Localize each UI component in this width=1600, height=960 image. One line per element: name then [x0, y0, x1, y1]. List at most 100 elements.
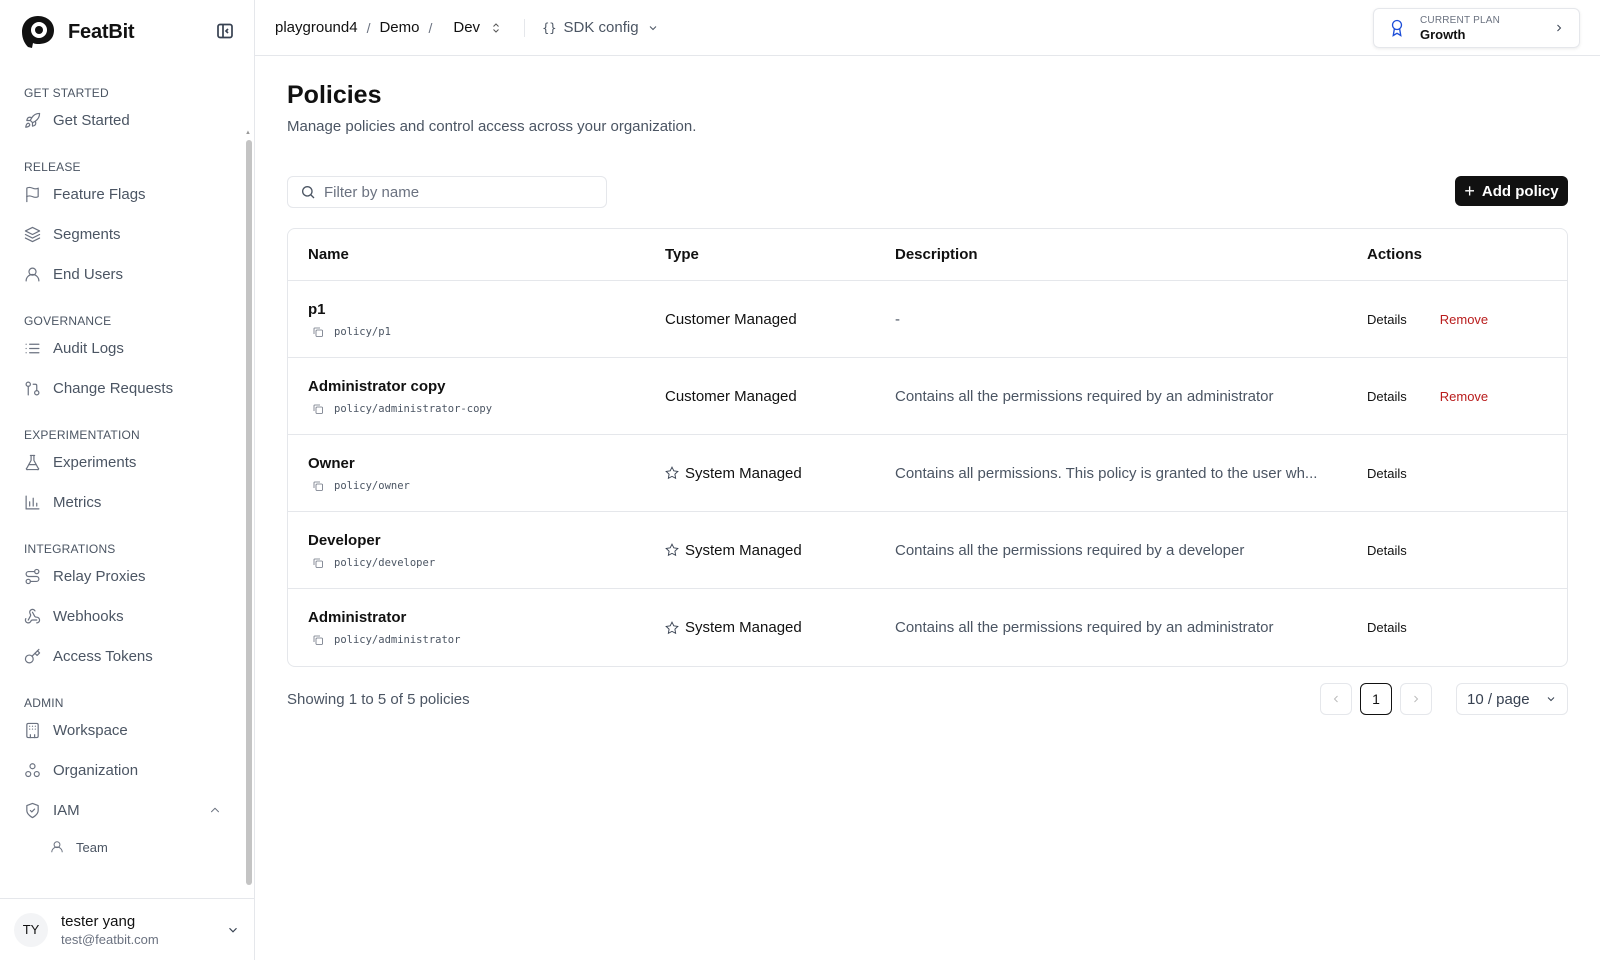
policy-type: System Managed — [665, 542, 895, 559]
policy-id: policy/developer — [312, 557, 665, 569]
app-root: FeatBit GET STARTED Get Started RELEASE … — [0, 0, 1600, 960]
star-icon — [665, 543, 679, 557]
main: playground4 / Demo / Dev {} SDK config C… — [255, 0, 1600, 960]
breadcrumb-separator: / — [366, 19, 371, 36]
policy-name: Administrator — [308, 609, 407, 626]
env-label: Dev — [453, 19, 481, 36]
sidebar-collapse-icon[interactable] — [216, 22, 234, 40]
details-button[interactable]: Details — [1367, 312, 1407, 327]
add-policy-button[interactable]: + Add policy — [1455, 176, 1568, 206]
sidebar-item-end-users[interactable]: End Users — [0, 254, 254, 294]
policy-actions: Details — [1357, 543, 1567, 558]
copy-icon[interactable] — [312, 403, 324, 415]
chevron-down-icon — [1547, 697, 1555, 702]
sidebar-subitem-label: Team — [76, 839, 108, 855]
copy-icon[interactable] — [312, 480, 324, 492]
user-email: test@featbit.com — [61, 931, 159, 947]
search-icon — [302, 186, 315, 199]
copy-icon[interactable] — [312, 326, 324, 338]
policy-type-label: System Managed — [685, 464, 802, 482]
featbit-logo-icon — [22, 16, 54, 48]
scroll-up-arrow-icon[interactable]: ▲ — [245, 130, 251, 136]
sidebar-item-change-requests[interactable]: Change Requests — [0, 368, 254, 408]
policy-name-cell: Administrator copy policy/administrator-… — [288, 378, 665, 415]
award-icon — [1391, 19, 1403, 37]
remove-button[interactable]: Remove — [1440, 389, 1488, 404]
user-icon — [51, 841, 63, 853]
breadcrumb-org[interactable]: playground4 — [275, 19, 358, 36]
sidebar-item-iam[interactable]: IAM — [0, 790, 254, 830]
details-button[interactable]: Details — [1367, 620, 1407, 635]
layers-icon — [24, 226, 41, 242]
plan-value: Growth — [1420, 26, 1466, 42]
sidebar-item-webhooks[interactable]: Webhooks — [0, 596, 254, 636]
search-box — [287, 176, 607, 208]
sidebar-item-relay-proxies[interactable]: Relay Proxies — [0, 556, 254, 596]
search-input[interactable] — [324, 183, 594, 201]
toolbar: + Add policy — [287, 176, 1568, 208]
details-button[interactable]: Details — [1367, 543, 1407, 558]
table-row: Administrator policy/administrator Syste… — [288, 589, 1567, 666]
header-name: Name — [308, 246, 349, 263]
chevron-up-icon[interactable] — [208, 803, 222, 817]
bar-chart-icon — [25, 495, 40, 509]
policy-id: policy/p1 — [312, 326, 665, 338]
policy-name-cell: p1 policy/p1 — [288, 301, 665, 338]
sidebar-scrollbar[interactable] — [246, 140, 252, 885]
sidebar-item-access-tokens[interactable]: Access Tokens — [0, 636, 254, 676]
chevron-right-icon — [1557, 24, 1562, 32]
star-icon — [665, 466, 679, 480]
topbar: playground4 / Demo / Dev {} SDK config C… — [255, 0, 1600, 56]
copy-icon[interactable] — [312, 557, 324, 569]
copy-icon[interactable] — [312, 634, 324, 646]
prev-page-button[interactable] — [1320, 683, 1352, 715]
policy-id: policy/owner — [312, 480, 665, 492]
sdk-config-label: SDK config — [563, 19, 639, 36]
sidebar-item-label: IAM — [53, 801, 80, 819]
plus-icon: + — [1464, 181, 1475, 201]
sidebar-item-metrics[interactable]: Metrics — [0, 482, 254, 522]
sidebar-item-get-started[interactable]: Get Started — [0, 100, 254, 140]
sidebar-item-label: Relay Proxies — [53, 567, 146, 585]
next-page-button[interactable] — [1400, 683, 1432, 715]
rocket-icon — [25, 112, 41, 128]
breadcrumb-project[interactable]: Demo — [379, 19, 419, 36]
sidebar-item-audit-logs[interactable]: Audit Logs — [0, 328, 254, 368]
table-footer: Showing 1 to 5 of 5 policies 1 10 / page — [287, 683, 1568, 715]
sdk-config-button[interactable]: {} SDK config — [542, 19, 659, 36]
sidebar-subitem-team[interactable]: Team — [0, 830, 254, 864]
details-button[interactable]: Details — [1367, 466, 1407, 481]
list-icon — [25, 343, 40, 353]
env-selector[interactable]: Dev — [453, 19, 502, 36]
page-button-current[interactable]: 1 — [1360, 683, 1392, 715]
sidebar-item-feature-flags[interactable]: Feature Flags — [0, 174, 254, 214]
remove-button[interactable]: Remove — [1440, 312, 1488, 327]
chevron-down-icon[interactable] — [226, 923, 240, 937]
sidebar-item-label: Experiments — [53, 453, 137, 471]
route-icon — [25, 568, 40, 584]
table-row: Administrator copy policy/administrator-… — [288, 358, 1567, 435]
showing-count: Showing 1 to 5 of 5 policies — [287, 690, 470, 708]
sidebar-item-workspace[interactable]: Workspace — [0, 710, 254, 750]
policy-actions: Details — [1357, 466, 1567, 481]
chevron-down-icon — [649, 25, 656, 30]
policy-name: Developer — [308, 531, 381, 549]
policy-name-cell: Developer policy/developer — [288, 532, 665, 569]
page-content: Policies Manage policies and control acc… — [255, 56, 1600, 715]
user-name: tester yang — [61, 912, 136, 930]
section-admin: ADMIN — [24, 696, 64, 710]
policy-type-label: Customer Managed — [665, 310, 797, 328]
brand: FeatBit — [0, 0, 254, 64]
policy-id-text: policy/developer — [334, 556, 436, 569]
section-integrations: INTEGRATIONS — [24, 542, 116, 556]
sidebar-item-segments[interactable]: Segments — [0, 214, 254, 254]
user-menu[interactable]: TY tester yang test@featbit.com — [0, 898, 254, 960]
current-plan-card[interactable]: CURRENT PLAN Growth — [1373, 8, 1580, 48]
policy-name: Owner — [308, 454, 355, 472]
chevron-right-icon — [1414, 695, 1419, 703]
sidebar-item-experiments[interactable]: Experiments — [0, 442, 254, 482]
page-title: Policies — [287, 81, 382, 109]
page-size-select[interactable]: 10 / page — [1456, 683, 1568, 715]
sidebar-item-organization[interactable]: Organization — [0, 750, 254, 790]
details-button[interactable]: Details — [1367, 389, 1407, 404]
